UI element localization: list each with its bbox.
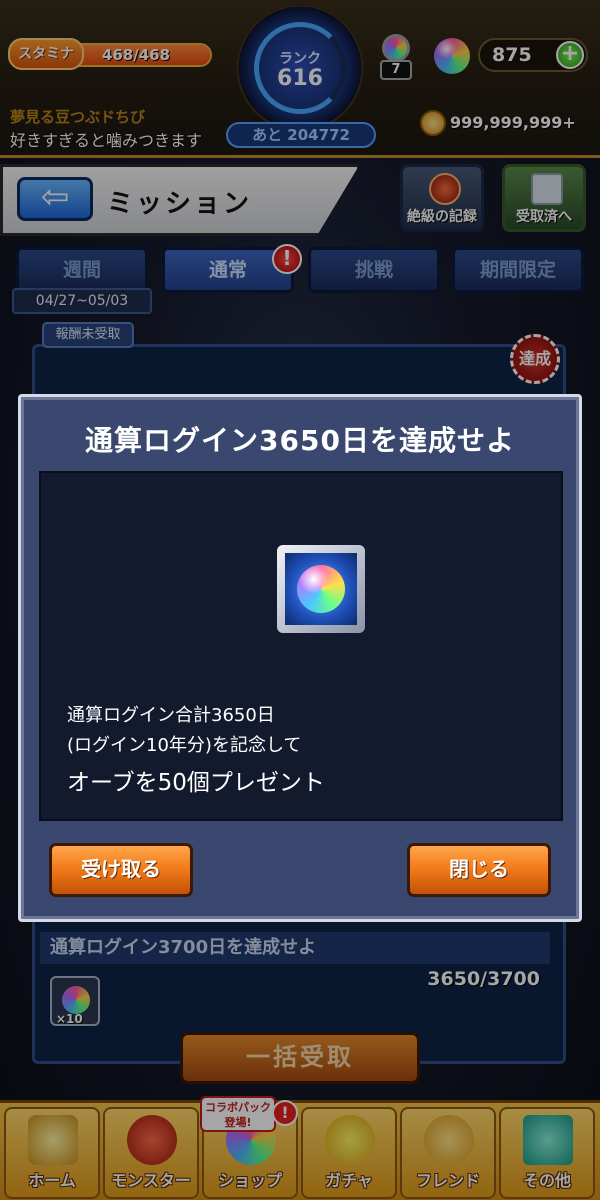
receive-button[interactable]: 受け取る <box>49 843 193 897</box>
reward-item-background <box>285 553 357 625</box>
dialog-description-line1: 通算ログイン合計3650日 <box>67 705 275 726</box>
dialog-body: 通算ログイン合計3650日 (ログイン10年分)を記念して オーブを50個プレゼ… <box>39 471 563 821</box>
dialog-description-line3: オーブを50個プレゼント <box>67 770 325 796</box>
mission-reward-dialog: 通算ログイン3650日を達成せよ 通算ログイン合計3650日 (ログイン10年分… <box>18 394 582 922</box>
orb-icon <box>297 565 345 613</box>
reward-item-frame <box>277 545 365 633</box>
dialog-description-line2: (ログイン10年分)を記念して <box>67 735 302 756</box>
dialog-title: 通算ログイン3650日を達成せよ <box>85 424 515 457</box>
close-button[interactable]: 閉じる <box>407 843 551 897</box>
mission-screen: 468/468 スタミナ ランク 616 あと 204772 7 875 + 夢… <box>0 0 600 1200</box>
